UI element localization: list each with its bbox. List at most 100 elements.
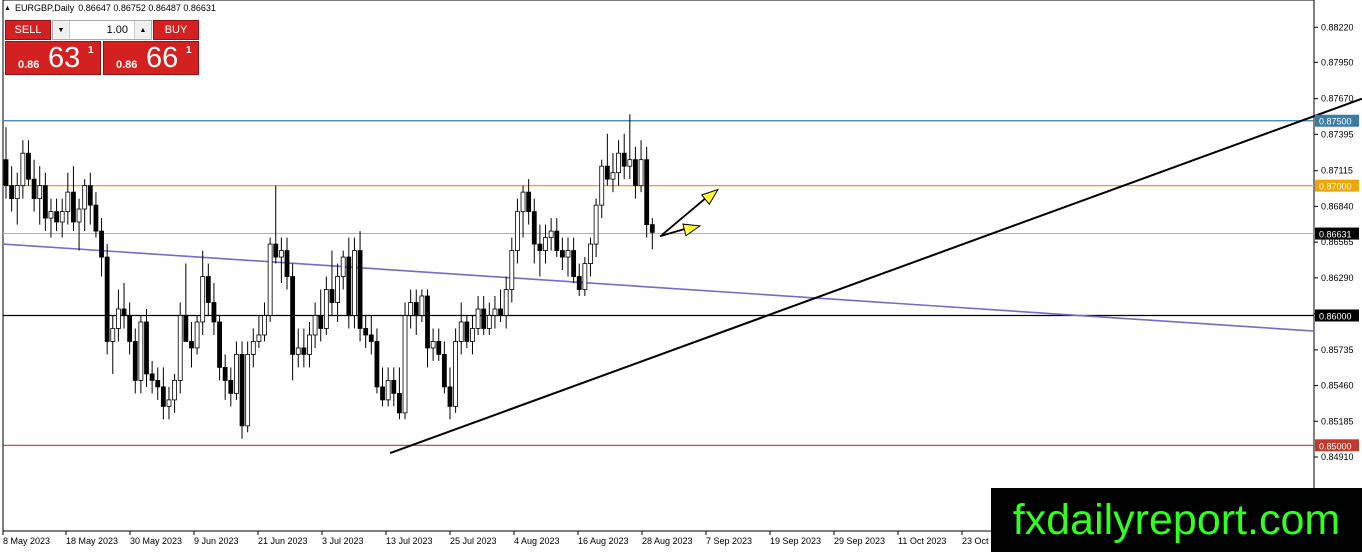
candle-body [99,230,104,258]
candle-body [250,341,256,355]
candle-body [155,379,161,388]
candle-body [138,321,144,381]
chevron-down-icon[interactable]: ▼ [53,21,70,39]
candle-body [464,321,470,342]
x-tick-label: 4 Aug 2023 [514,536,560,546]
chart-background [0,0,1362,552]
candle-body [520,191,526,213]
candle-body [363,328,369,336]
candle-body [59,211,65,223]
candle-body [228,379,234,394]
candle-body [323,289,329,329]
candle-body [166,399,172,407]
candle-body [234,354,239,394]
candle-body [71,191,76,223]
candle-body [54,211,59,223]
candle-body [408,302,414,316]
candle-body [627,159,633,167]
candle-body [307,334,312,355]
candle-body [458,321,464,342]
sell-price-pipette: 1 [88,45,94,56]
candle-body [14,185,20,200]
x-tick-label: 25 Jul 2023 [450,536,497,546]
y-tick-label: 0.87395 [1321,129,1354,139]
candle-body [340,256,346,277]
candle-body [267,243,273,316]
one-click-trade-panel: SELL ▼ 1.00 ▲ BUY 0.86 63 1 0.86 66 1 [5,20,200,76]
candle-body [576,276,582,290]
candle-body [211,302,217,323]
candle-body [194,321,200,349]
sell-price-box[interactable]: 0.86 63 1 [5,41,101,75]
candle-body [621,152,627,167]
candle-body [104,256,110,342]
x-tick-label: 19 Sep 2023 [770,536,821,546]
candle-body [352,250,357,316]
candle-body [37,185,43,200]
candle-body [116,308,121,329]
candle-body [239,354,245,427]
candle-body [604,165,610,180]
candle-body [633,159,638,187]
candle-body [582,263,588,290]
candle-body [200,276,206,323]
candle-body [149,373,155,381]
candle-body [509,250,515,290]
candle-body [380,386,385,401]
y-tick-label: 0.87950 [1321,57,1354,67]
candle-body [419,295,425,316]
lot-size-stepper[interactable]: ▼ 1.00 ▲ [52,20,152,40]
buy-price-box[interactable]: 0.86 66 1 [103,41,199,75]
candle-body [503,289,509,316]
chevron-up-icon[interactable]: ▲ [134,21,151,39]
candle-body [189,341,194,349]
y-tick-label: 0.87670 [1321,94,1354,104]
candle-body [82,185,88,210]
candle-body [526,191,532,213]
candle-body [245,354,251,427]
x-tick-label: 29 Sep 2023 [834,536,885,546]
lot-size-value[interactable]: 1.00 [70,24,134,36]
y-tick-label: 0.86840 [1321,201,1354,211]
symbol-label: EURGBP,Daily [14,3,75,13]
sell-button[interactable]: SELL [5,20,51,40]
candle-body [93,204,99,232]
candle-body [441,354,447,388]
candle-body [492,308,498,316]
candle-body [413,302,419,316]
candle-body [599,165,605,206]
x-tick-label: 7 Sep 2023 [706,536,752,546]
buy-price-main: 66 [146,42,179,74]
triangle-icon: ▲ [4,4,11,12]
candle-body [48,211,54,219]
candle-body [278,250,284,258]
candle-body [335,276,340,303]
candle-body [644,159,650,226]
candle-body [481,308,487,329]
candle-body [256,334,262,342]
x-tick-label: 23 Oct [962,536,989,546]
candle-body [205,276,211,303]
candle-body [290,276,296,355]
candle-body [183,315,189,342]
buy-button[interactable]: BUY [153,20,199,40]
candle-body [610,172,616,180]
chart-header: ▲ EURGBP,Daily 0.86647 0.86752 0.86487 0… [4,3,216,13]
candle-body [262,315,267,336]
sell-price-main: 63 [48,42,81,74]
x-tick-label: 21 Jun 2023 [258,536,308,546]
x-tick-label: 13 Jul 2023 [386,536,433,546]
x-tick-label: 18 May 2023 [66,536,118,546]
candle-body [132,341,138,381]
watermark-logo: fxdailyreport.com [991,488,1362,552]
price-chart-svg[interactable]: 0.882200.879500.876700.873950.871150.868… [0,0,1362,552]
current-price-badge: 0.86631 [1319,230,1352,240]
candle-body [26,152,31,180]
candle-body [31,178,37,200]
candle-body [453,341,459,407]
candle-body [402,315,408,414]
x-tick-label: 11 Oct 2023 [898,536,946,546]
chart-area[interactable]: 0.88220 0.87950 0.87670 0.87395 0.87115 0.868… [0,0,1362,552]
candle-body [537,243,543,251]
candle-body [543,237,548,251]
